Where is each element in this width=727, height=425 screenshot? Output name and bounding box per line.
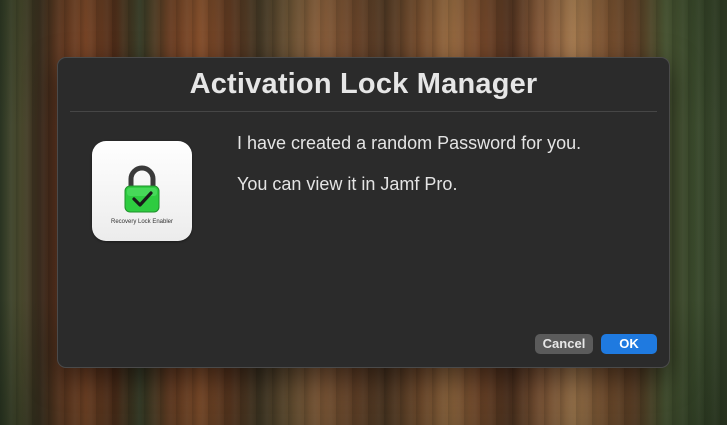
dialog-title: Activation Lock Manager (189, 68, 538, 100)
alert-dialog: Activation Lock Manager Recovery Lock En… (57, 57, 670, 368)
padlock-check-icon (124, 165, 160, 213)
message-line-2: You can view it in Jamf Pro. (237, 174, 458, 194)
cancel-button[interactable]: Cancel (535, 334, 593, 354)
desktop-wallpaper: Activation Lock Manager Recovery Lock En… (0, 0, 727, 425)
message-line-1: I have created a random Password for you… (237, 133, 582, 153)
app-icon: Recovery Lock Enabler (92, 141, 192, 241)
app-icon-label: Recovery Lock Enabler (110, 219, 174, 225)
ok-button[interactable]: OK (601, 334, 657, 354)
title-divider (70, 111, 657, 112)
